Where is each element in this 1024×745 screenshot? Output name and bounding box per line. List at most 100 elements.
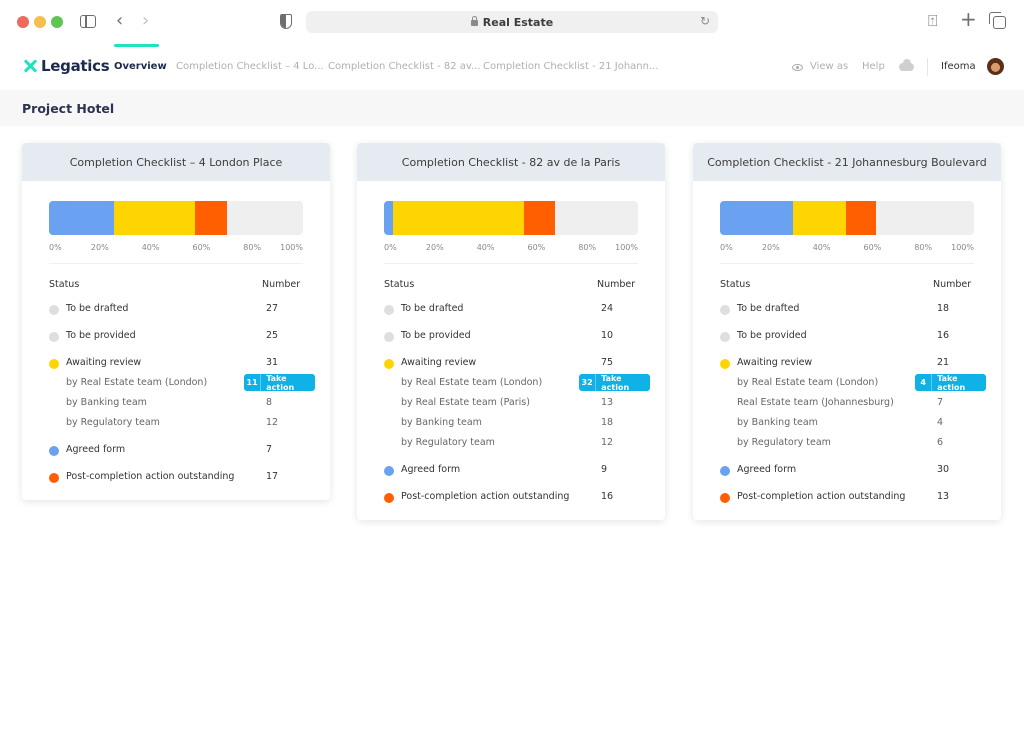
status-label: Awaiting review <box>401 357 477 368</box>
header-divider <box>927 58 928 76</box>
status-row[interactable]: To be provided 16 <box>720 330 990 344</box>
status-row[interactable]: To be drafted 24 <box>384 303 654 317</box>
checklist-card: Completion Checklist - 21 Johannesburg B… <box>693 143 1001 520</box>
status-label: by Banking team <box>66 397 147 408</box>
take-action-label: Take action <box>266 373 295 392</box>
sub-status-row[interactable]: by Banking team 8 <box>49 397 319 411</box>
back-icon[interactable]: ‹ <box>116 10 123 32</box>
status-count: 17 <box>266 471 279 482</box>
status-row[interactable]: Agreed form 9 <box>384 464 654 478</box>
status-count: 4 <box>937 417 944 428</box>
take-action-label: Take action <box>601 373 630 392</box>
tab-checklist-paris[interactable]: Completion Checklist - 82 av... <box>328 61 481 72</box>
status-count: 12 <box>266 417 279 428</box>
progress-segment-awaiting <box>392 201 524 235</box>
card-title[interactable]: Completion Checklist - 21 Johannesburg B… <box>693 143 1001 181</box>
action-count: 32 <box>579 374 597 391</box>
sub-status-row[interactable]: by Banking team 4 <box>720 417 990 431</box>
tab-checklist-london[interactable]: Completion Checklist – 4 Lo... <box>176 61 324 72</box>
card-title[interactable]: Completion Checklist - 82 av de la Paris <box>357 143 665 181</box>
table-header: Status Number <box>384 279 638 290</box>
forward-icon[interactable]: › <box>142 10 149 32</box>
tab-checklist-johannesburg[interactable]: Completion Checklist - 21 Johann... <box>483 61 659 72</box>
status-dot-icon <box>384 359 394 369</box>
status-count: 27 <box>266 303 279 314</box>
axis-tick-label: 60% <box>527 243 546 252</box>
sidebar-toggle-icon[interactable] <box>80 15 96 28</box>
number-column-header: Number <box>262 279 301 290</box>
help-link[interactable]: Help <box>862 61 885 72</box>
status-row[interactable]: To be drafted 27 <box>49 303 319 317</box>
status-dot-icon <box>49 473 59 483</box>
progress-segment-agreed <box>720 201 793 235</box>
status-column-header: Status <box>49 279 80 290</box>
axis-tick-label: 0% <box>720 243 733 252</box>
status-dot-icon <box>720 305 730 315</box>
reload-icon[interactable]: ↻ <box>700 14 710 28</box>
status-count: 16 <box>601 491 614 502</box>
tab-overview[interactable]: Overview <box>114 61 167 72</box>
status-count: 18 <box>601 417 614 428</box>
sub-status-row[interactable]: by Regulatory team 6 <box>720 437 990 451</box>
status-count: 30 <box>937 464 950 475</box>
legatics-logo[interactable]: Legatics <box>22 57 110 75</box>
sub-status-row[interactable]: by Real Estate team (London) 32 Take act… <box>384 373 654 392</box>
axis-tick-label: 0% <box>49 243 62 252</box>
status-label: Post-completion action outstanding <box>737 491 906 502</box>
status-row[interactable]: Post-completion action outstanding 16 <box>384 491 654 505</box>
avatar[interactable] <box>987 58 1004 75</box>
address-bar[interactable]: Real Estate ↻ <box>306 11 718 33</box>
status-count: 16 <box>937 330 950 341</box>
status-label: To be drafted <box>737 303 800 314</box>
active-tab-indicator <box>114 44 159 47</box>
take-action-button[interactable]: 32 Take action <box>579 373 650 392</box>
status-row[interactable]: Post-completion action outstanding 13 <box>720 491 990 505</box>
status-row[interactable]: To be drafted 18 <box>720 303 990 317</box>
status-label: Awaiting review <box>66 357 142 368</box>
new-tab-icon[interactable]: + <box>960 9 977 29</box>
privacy-shield-icon[interactable] <box>280 14 292 29</box>
status-row[interactable]: Awaiting review 75 <box>384 357 654 371</box>
status-count: 6 <box>937 437 944 448</box>
card-title[interactable]: Completion Checklist – 4 London Place <box>22 143 330 181</box>
status-row[interactable]: Agreed form 30 <box>720 464 990 478</box>
minimize-window-button[interactable] <box>34 16 46 28</box>
take-action-button[interactable]: 11 Take action <box>244 373 315 392</box>
divider <box>720 263 974 264</box>
status-row[interactable]: To be provided 10 <box>384 330 654 344</box>
sub-status-row[interactable]: by Banking team 18 <box>384 417 654 431</box>
user-name[interactable]: Ifeoma <box>941 61 976 72</box>
status-row[interactable]: Awaiting review 31 <box>49 357 319 371</box>
axis-tick-label: 20% <box>425 243 444 252</box>
sub-status-row[interactable]: by Real Estate team (London) 4 Take acti… <box>720 374 990 392</box>
status-count: 8 <box>266 397 273 408</box>
status-label: Agreed form <box>66 444 126 455</box>
status-row[interactable]: Agreed form 7 <box>49 444 319 458</box>
app-header: Legatics Overview Completion Checklist –… <box>0 44 1024 90</box>
cloud-sync-icon <box>899 59 914 71</box>
share-icon[interactable]: ⍐ <box>928 11 938 31</box>
close-window-button[interactable] <box>17 16 29 28</box>
status-row[interactable]: Post-completion action outstanding 17 <box>49 471 319 485</box>
take-action-button[interactable]: 4 Take action <box>915 374 986 392</box>
view-as-link[interactable]: View as <box>810 61 848 72</box>
sub-status-row[interactable]: by Real Estate team (Paris) 13 <box>384 397 654 411</box>
maximize-window-button[interactable] <box>51 16 63 28</box>
sub-status-row[interactable]: by Regulatory team 12 <box>49 417 319 431</box>
divider <box>384 263 638 264</box>
sub-status-row[interactable]: by Regulatory team 12 <box>384 437 654 451</box>
axis-tick-label: 60% <box>192 243 211 252</box>
status-count: 13 <box>601 397 614 408</box>
status-column-header: Status <box>720 279 751 290</box>
sub-status-row[interactable]: Real Estate team (Johannesburg) 7 <box>720 397 990 411</box>
status-row[interactable]: Awaiting review 21 <box>720 357 990 371</box>
status-row[interactable]: To be provided 25 <box>49 330 319 344</box>
table-header: Status Number <box>49 279 303 290</box>
status-dot-icon <box>720 466 730 476</box>
status-count: 12 <box>601 437 614 448</box>
tab-overview-icon[interactable] <box>989 12 1006 29</box>
status-label: by Real Estate team (London) <box>66 377 208 388</box>
progress-axis: 0% 20% 40% 60% 80% 100% <box>49 243 303 255</box>
sub-status-row[interactable]: by Real Estate team (London) 11 Take act… <box>49 373 319 392</box>
status-dot-icon <box>49 332 59 342</box>
